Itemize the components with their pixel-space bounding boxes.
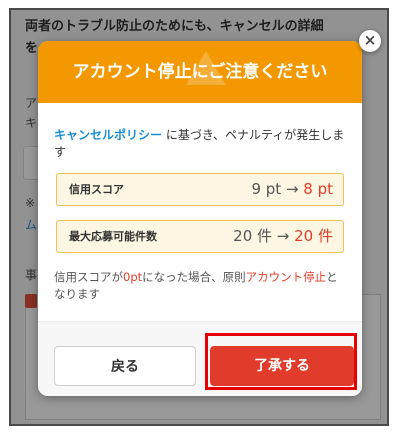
accept-button-highlight: [205, 333, 357, 390]
credit-score-label: 信用スコア: [69, 183, 124, 196]
max-applications-row: 最大応募可能件数 20 件 → 20 件: [56, 220, 344, 253]
max-applications-old: 20 件: [233, 227, 273, 245]
credit-score-new: 8 pt: [303, 180, 333, 198]
note-zero-pt: 0pt: [123, 270, 143, 284]
account-suspension-link[interactable]: アカウント停止: [246, 270, 327, 284]
arrow-icon: →: [281, 180, 304, 198]
note-text: 信用スコアが: [54, 270, 123, 284]
note-text: になった場合、原則: [142, 270, 246, 284]
credit-score-value: 9 pt → 8 pt: [251, 174, 333, 205]
credit-score-row: 信用スコア 9 pt → 8 pt: [56, 173, 344, 206]
credit-score-old: 9 pt: [251, 180, 282, 198]
penalty-description: キャンセルポリシー に基づき、ペナルティが発生します: [54, 127, 346, 161]
max-applications-value: 20 件 → 20 件: [233, 221, 333, 252]
max-applications-label: 最大応募可能件数: [69, 230, 157, 243]
cancel-policy-link[interactable]: キャンセルポリシー: [54, 128, 162, 142]
close-icon[interactable]: ×: [359, 30, 381, 52]
arrow-icon: →: [272, 227, 295, 245]
dialog-title: アカウント停止にご注意ください: [72, 62, 328, 82]
suspension-note: 信用スコアが0ptになった場合、原則アカウント停止となります: [54, 269, 346, 303]
back-button[interactable]: 戻る: [54, 346, 196, 386]
max-applications-new: 20 件: [294, 227, 333, 245]
dialog-header: アカウント停止にご注意ください: [38, 41, 362, 103]
